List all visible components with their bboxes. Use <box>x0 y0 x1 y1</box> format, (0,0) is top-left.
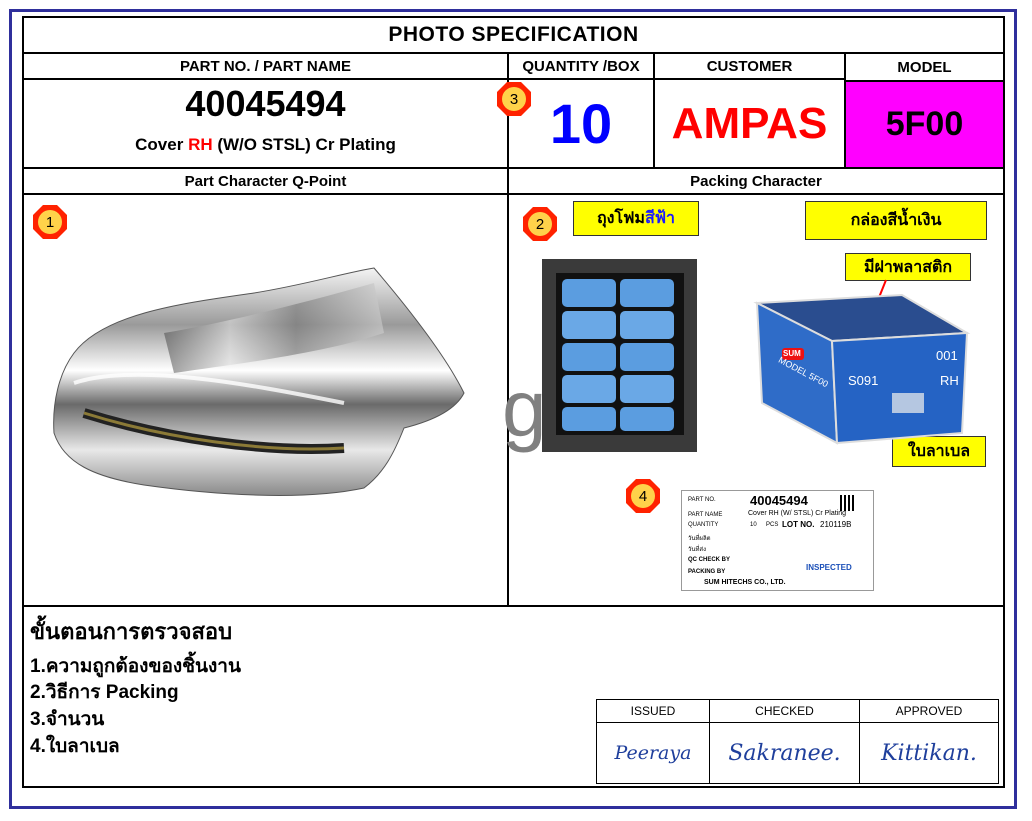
badge-number: 2 <box>535 215 545 233</box>
approval-approved-header: APPROVED <box>895 704 963 718</box>
signature-issued: Peeraya <box>614 742 692 764</box>
steps-title: ขั้นตอนการตรวจสอบ <box>30 619 233 644</box>
approval-checked-header: CHECKED <box>755 704 814 718</box>
signature-approved: Kittikan. <box>881 740 977 766</box>
foam-bag <box>562 311 616 339</box>
section-part-character: Part Character Q-Point <box>184 172 347 190</box>
callout-blue-box: กล่องสีน้ำเงิน <box>805 201 987 240</box>
label-quantity: 10 <box>750 522 757 528</box>
badge-number: 3 <box>509 90 519 108</box>
part-name-side: RH <box>188 135 213 154</box>
foam-bag <box>620 375 674 403</box>
tray-photo <box>542 259 697 452</box>
callout-foam-bag-text: ถุงโฟม <box>596 210 645 227</box>
part-number: 40045494 <box>185 83 346 124</box>
header-quantity: QUANTITY /BOX <box>522 57 640 75</box>
badge-3: 3 <box>496 81 532 117</box>
foam-bag <box>562 407 616 431</box>
approval-issued-header: ISSUED <box>630 704 676 718</box>
model-value: 5F00 <box>846 82 1003 167</box>
divider <box>24 605 1003 607</box>
foam-bag <box>620 343 674 371</box>
watermark: g <box>502 364 547 453</box>
section-packing-character: Packing Character <box>690 172 822 190</box>
label-stamp: INSPECTED <box>806 563 852 572</box>
header-part: PART NO. / PART NAME <box>179 57 352 75</box>
box-number: 001 <box>936 348 958 363</box>
step-item: 4.ใบลาเบล <box>30 736 120 757</box>
foam-bag <box>620 407 674 431</box>
foam-bag <box>562 279 616 307</box>
approval-table: ISSUED CHECKED APPROVED Peeraya Sakranee… <box>596 699 999 784</box>
blue-box-photo: SUM MODEL 5F00 S091 001 RH <box>752 293 972 448</box>
customer-value: AMPAS <box>671 98 828 148</box>
label-ship: วันที่ส่ง <box>688 547 707 553</box>
label-receive: วันที่ผลิต <box>688 536 711 542</box>
label-part-name-label: PART NAME <box>688 512 723 518</box>
label-company: SUM HITECHS CO., LTD. <box>704 579 786 586</box>
header-model: MODEL <box>897 58 952 76</box>
label-part-no: 40045494 <box>750 493 808 508</box>
callout-foam-bag: ถุงโฟม สีฟ้า <box>573 201 699 236</box>
label-qc: QC CHECK BY <box>688 557 731 563</box>
box-side: RH <box>940 373 959 388</box>
divider <box>24 193 1003 195</box>
photo-spec-sheet: PHOTO SPECIFICATION PART NO. / PART NAME… <box>22 16 1005 788</box>
label-lot-label: LOT NO. <box>782 520 815 529</box>
signature-checked: Sakranee. <box>728 740 841 766</box>
label-part-no-label: PART NO. <box>688 497 716 503</box>
part-photo <box>44 263 484 503</box>
part-name-suffix: (W/O STSL) Cr Plating <box>212 135 396 154</box>
badge-1: 1 <box>32 204 68 240</box>
header-customer: CUSTOMER <box>706 57 793 75</box>
part-name: Cover RH (W/O STSL) Cr Plating <box>24 130 507 160</box>
label-packing: PACKING BY <box>688 569 726 575</box>
box-code: S091 <box>848 373 879 388</box>
label-quantity-unit: PCS <box>766 522 779 528</box>
foam-bag <box>562 375 616 403</box>
step-item: 3.จำนวน <box>30 709 105 730</box>
label-lot: 210119B <box>820 520 852 529</box>
qr-code-icon <box>840 495 856 511</box>
badge-2: 2 <box>522 206 558 242</box>
label-card: PART NO. 40045494 PART NAME Cover RH (W/… <box>681 490 874 591</box>
label-part-name: Cover RH (W/ STSL) Cr Plating <box>748 510 847 517</box>
step-item: 2.วิธีการ Packing <box>30 682 179 703</box>
foam-bag <box>620 279 674 307</box>
label-quantity-label: QUANTITY <box>688 522 719 528</box>
sheet-title: PHOTO SPECIFICATION <box>388 23 639 46</box>
foam-bag <box>620 311 674 339</box>
foam-bag <box>562 343 616 371</box>
callout-foam-bag-color: สีฟ้า <box>644 210 676 227</box>
part-name-prefix: Cover <box>135 135 189 154</box>
badge-4: 4 <box>625 478 661 514</box>
badge-number: 1 <box>45 213 55 231</box>
badge-number: 4 <box>638 487 648 505</box>
